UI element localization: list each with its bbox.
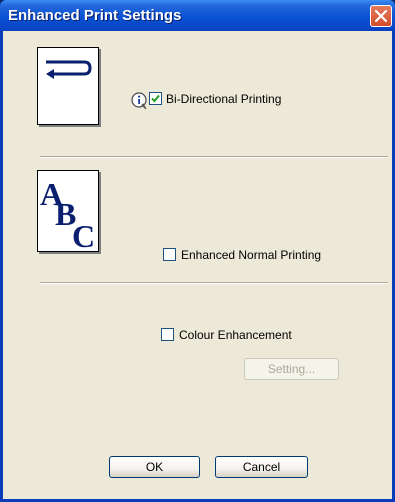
enhanced-normal-preview-image: A B C: [37, 170, 99, 252]
separator: [40, 282, 388, 284]
ok-button[interactable]: OK: [109, 456, 200, 478]
bidirectional-checkbox[interactable]: [149, 92, 162, 105]
bidirectional-preview-image: [37, 47, 99, 125]
setting-button[interactable]: Setting...: [244, 358, 339, 380]
close-button[interactable]: [370, 5, 392, 27]
title-bar[interactable]: Enhanced Print Settings: [0, 0, 395, 31]
return-arrow-icon: [46, 60, 92, 79]
dialog-window: Enhanced Print Settings Bi-Directional P…: [0, 0, 395, 502]
separator: [40, 156, 388, 158]
cancel-button[interactable]: Cancel: [215, 456, 308, 478]
info-icon[interactable]: [131, 92, 149, 110]
colour-enhancement-checkbox[interactable]: [161, 328, 174, 341]
window-title: Enhanced Print Settings: [8, 7, 182, 24]
close-icon: [375, 10, 387, 22]
enhanced-normal-checkbox[interactable]: [163, 248, 176, 261]
preview-letter-c: C: [72, 218, 95, 251]
bidirectional-label[interactable]: Bi-Directional Printing: [166, 92, 281, 106]
check-icon: [151, 94, 160, 103]
colour-enhancement-label[interactable]: Colour Enhancement: [179, 328, 292, 342]
enhanced-normal-label[interactable]: Enhanced Normal Printing: [181, 248, 321, 262]
